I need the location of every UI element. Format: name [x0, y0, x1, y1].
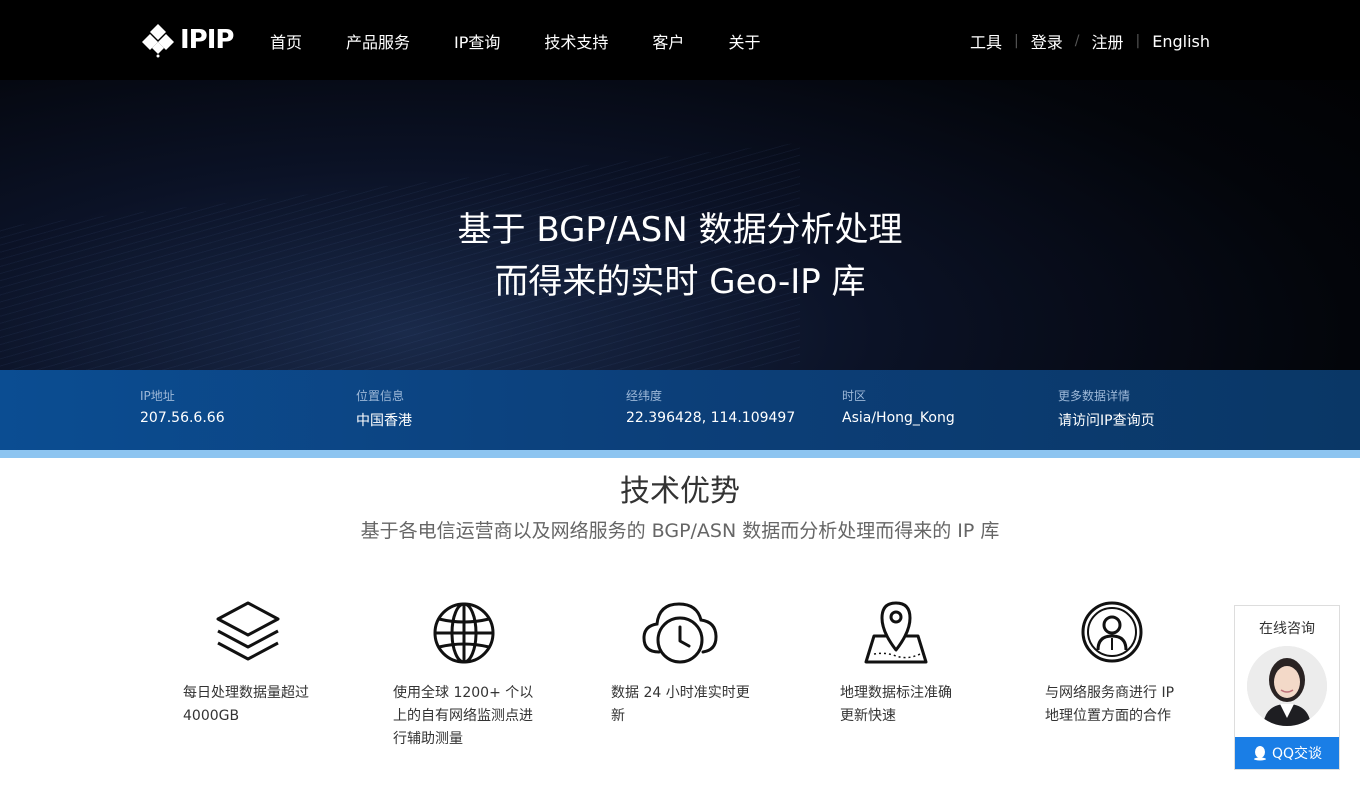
map-pin-icon	[864, 601, 928, 664]
feature-text-line: 新	[611, 708, 625, 724]
nav-products[interactable]: 产品服务	[346, 29, 410, 53]
more-details-label: 更多数据详情	[1058, 389, 1131, 403]
qq-chat-button[interactable]: QQ交谈	[1235, 737, 1339, 769]
agent-avatar	[1247, 646, 1327, 726]
hero-line-1: 基于 BGP/ASN 数据分析处理	[457, 210, 903, 250]
divider: /	[1074, 33, 1080, 49]
info-bar-stripe	[0, 450, 1360, 458]
feature-realtime-update: 数据 24 小时准实时更 新	[611, 600, 750, 728]
nav-ip-lookup[interactable]: IP查询	[454, 29, 500, 53]
hero-line-2: 而得来的实时 Geo-IP 库	[494, 262, 866, 302]
section-title: 技术优势	[620, 474, 740, 509]
feature-text-line: 上的自有网络监测点进	[393, 708, 533, 724]
ip-address-block: IP地址 207.56.6.66	[140, 388, 225, 426]
coordinates-value: 22.396428, 114.109497	[626, 410, 796, 426]
main-nav: 首页 产品服务 IP查询 技术支持 客户 关于	[270, 29, 804, 53]
globe-icon	[433, 602, 495, 664]
qq-chat-label: QQ交谈	[1271, 746, 1323, 762]
divider: |	[1014, 33, 1019, 49]
cloud-clock-icon	[642, 602, 718, 664]
chat-title: 在线咨询	[1259, 621, 1315, 637]
feature-global-nodes: 使用全球 1200+ 个以 上的自有网络监测点进 行辅助测量	[393, 600, 533, 751]
feature-isp-cooperation: 与网络服务商进行 IP 地理位置方面的合作	[1045, 600, 1174, 728]
ip-address-value: 207.56.6.66	[140, 410, 225, 426]
nav-home[interactable]: 首页	[270, 29, 302, 53]
feature-text-line: 与网络服务商进行 IP	[1045, 685, 1175, 701]
hero-headline: 基于 BGP/ASN 数据分析处理 而得来的实时 Geo-IP 库	[0, 204, 1360, 308]
english-link[interactable]: English	[1152, 32, 1210, 51]
feature-text-line: 数据 24 小时准实时更	[611, 685, 750, 701]
feature-text-line: 地理位置方面的合作	[1045, 708, 1171, 724]
feature-geo-accuracy: 地理数据标注准确 更新快速	[840, 600, 952, 728]
nav-customers[interactable]: 客户	[652, 29, 684, 53]
feature-text-line: 行辅助测量	[393, 731, 463, 747]
qq-icon	[1253, 746, 1266, 761]
feature-data-volume: 每日处理数据量超过 4000GB	[183, 600, 309, 728]
section-subtitle: 基于各电信运营商以及网络服务的 BGP/ASN 数据而分析处理而得来的 IP 库	[360, 520, 1000, 542]
location-value: 中国香港	[356, 413, 412, 429]
timezone-label: 时区	[842, 389, 867, 403]
layers-icon	[216, 601, 280, 661]
feature-text-line: 地理数据标注准确	[840, 685, 952, 701]
ipip-logo-icon	[142, 24, 174, 58]
logo-text: IPIP	[180, 25, 234, 55]
agent-avatar-image	[1247, 646, 1327, 726]
coordinates-label: 经纬度	[626, 389, 663, 403]
login-link[interactable]: 登录	[1031, 29, 1063, 53]
feature-text-line: 更新快速	[840, 708, 896, 724]
ip-address-label: IP地址	[140, 389, 175, 403]
coordinates-block: 经纬度 22.396428, 114.109497	[626, 388, 795, 426]
tools-link[interactable]: 工具	[970, 29, 1002, 53]
feature-text-line: 每日处理数据量超过	[183, 685, 309, 701]
nav-about[interactable]: 关于	[728, 29, 760, 53]
location-label: 位置信息	[356, 389, 405, 403]
timezone-value: Asia/Hong_Kong	[842, 410, 955, 426]
feature-text-line: 4000GB	[183, 708, 240, 724]
more-details-block: 更多数据详情 请访问IP查询页	[1058, 388, 1155, 430]
feature-text-line: 使用全球 1200+ 个以	[393, 685, 534, 701]
user-circle-icon	[1081, 601, 1143, 663]
account-links: 工具 | 登录 / 注册 | English	[970, 29, 1210, 53]
timezone-block: 时区 Asia/Hong_Kong	[842, 388, 955, 426]
register-link[interactable]: 注册	[1091, 29, 1123, 53]
site-logo[interactable]: IPIP	[140, 22, 234, 58]
online-consult-widget: 在线咨询 QQ交谈	[1234, 605, 1340, 770]
nav-support[interactable]: 技术支持	[544, 29, 608, 53]
ip-lookup-page-link[interactable]: 请访问IP查询页	[1058, 410, 1155, 430]
divider: |	[1135, 33, 1141, 49]
location-block: 位置信息 中国香港	[356, 388, 412, 430]
